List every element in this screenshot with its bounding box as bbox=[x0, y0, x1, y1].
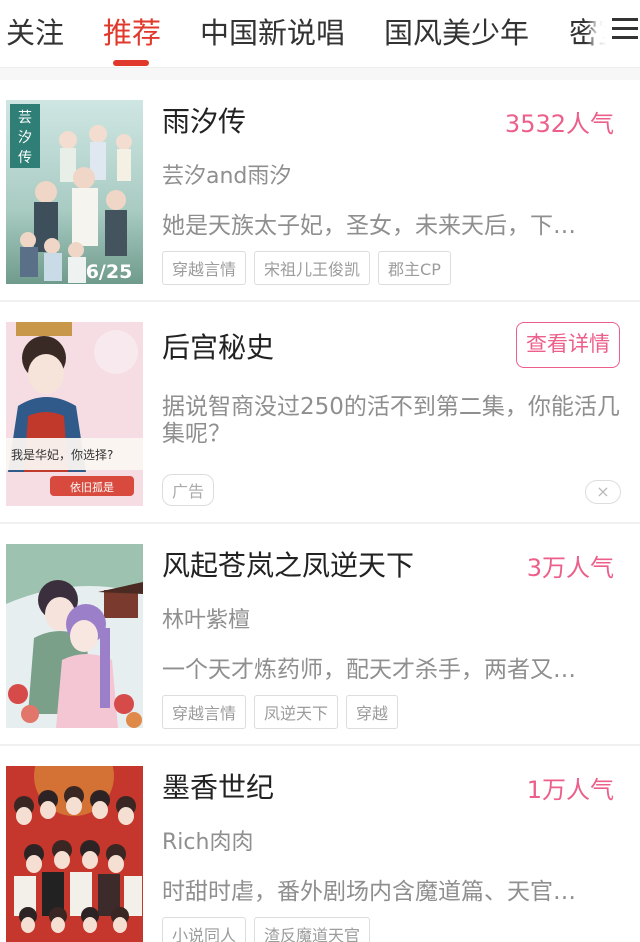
tag[interactable]: 宋祖儿王俊凯 bbox=[254, 251, 371, 285]
svg-text:芸: 芸 bbox=[18, 110, 32, 126]
story-description: 一个天才炼药师，配天才杀手，两者又… bbox=[162, 657, 576, 683]
hamburger-menu-icon[interactable] bbox=[606, 12, 640, 46]
popularity-count: 1万人气 bbox=[526, 776, 614, 804]
story-cover-image[interactable] bbox=[6, 766, 143, 942]
tag[interactable]: 凤逆天下 bbox=[254, 695, 339, 729]
close-icon[interactable]: × bbox=[585, 480, 621, 504]
tag-list: 小说同人 渣反魔道天官 bbox=[162, 917, 371, 942]
svg-text:传: 传 bbox=[18, 150, 32, 166]
svg-text:6/25: 6/25 bbox=[86, 261, 133, 283]
popularity-count: 3532人气 bbox=[504, 110, 614, 138]
svg-text:我是华妃，你选择?: 我是华妃，你选择? bbox=[11, 448, 113, 462]
tab-fade bbox=[586, 0, 608, 60]
story-card[interactable]: 墨香世纪 1万人气 Rich肉肉 时甜时虐，番外剧场内含魔道篇、天官… 小说同人… bbox=[0, 746, 640, 942]
story-description: 她是天族太子妃，圣女，未来天后，下… bbox=[162, 213, 576, 239]
tag[interactable]: 穿越言情 bbox=[162, 251, 247, 285]
tag-list: 穿越言情 宋祖儿王俊凯 郡主CP bbox=[162, 251, 451, 285]
tab-recommend[interactable]: 推荐 bbox=[103, 10, 161, 52]
tag[interactable]: 穿越 bbox=[346, 695, 399, 729]
ad-card[interactable]: 我是华妃，你选择? 依旧孤是 后宫秘史 查看详情 据说智商没过250的活不到第二… bbox=[0, 302, 640, 524]
story-description: 时甜时虐，番外剧场内含魔道篇、天官… bbox=[162, 879, 576, 905]
tab-guofeng-youth[interactable]: 国风美少年 bbox=[384, 10, 529, 52]
tag[interactable]: 小说同人 bbox=[162, 917, 247, 942]
story-cover-image[interactable]: 芸 汐 传 6/25 bbox=[6, 100, 143, 284]
active-tab-indicator bbox=[113, 60, 149, 66]
tab-follow[interactable]: 关注 bbox=[6, 10, 64, 52]
story-title[interactable]: 墨香世纪 bbox=[162, 766, 274, 806]
story-author: Rich肉肉 bbox=[162, 830, 254, 855]
story-author: 林叶紫檀 bbox=[162, 608, 251, 633]
story-cover-image[interactable] bbox=[6, 544, 143, 728]
view-details-button[interactable]: 查看详情 bbox=[516, 322, 620, 368]
story-card[interactable]: 芸 汐 传 6/25 雨汐传 3532人气 芸汐and雨汐 她是天族太子妃，圣女… bbox=[0, 80, 640, 302]
ad-cover-image[interactable]: 我是华妃，你选择? 依旧孤是 bbox=[6, 322, 143, 506]
svg-text:依旧孤是: 依旧孤是 bbox=[70, 481, 114, 494]
svg-text:汐: 汐 bbox=[18, 130, 32, 146]
popularity-count: 3万人气 bbox=[526, 554, 614, 582]
tag[interactable]: 渣反魔道天官 bbox=[254, 917, 371, 942]
tab-rap-of-china[interactable]: 中国新说唱 bbox=[200, 10, 345, 52]
tag[interactable]: 郡主CP bbox=[378, 251, 451, 285]
story-title[interactable]: 风起苍岚之凤逆天下 bbox=[162, 544, 414, 584]
ad-description: 据说智商没过250的活不到第二集，你能活几集呢？ bbox=[162, 394, 620, 447]
top-tab-bar: 关注 推荐 中国新说唱 国风美少年 密室 bbox=[0, 0, 640, 68]
section-gap bbox=[0, 68, 640, 80]
story-card[interactable]: 风起苍岚之凤逆天下 3万人气 林叶紫檀 一个天才炼药师，配天才杀手，两者又… 穿… bbox=[0, 524, 640, 746]
tag-list: 穿越言情 凤逆天下 穿越 bbox=[162, 695, 399, 729]
story-author: 芸汐and雨汐 bbox=[162, 164, 292, 189]
tag[interactable]: 穿越言情 bbox=[162, 695, 247, 729]
ad-title[interactable]: 后宫秘史 bbox=[162, 326, 274, 366]
ad-badge: 广告 bbox=[162, 474, 215, 506]
story-title[interactable]: 雨汐传 bbox=[162, 100, 246, 140]
